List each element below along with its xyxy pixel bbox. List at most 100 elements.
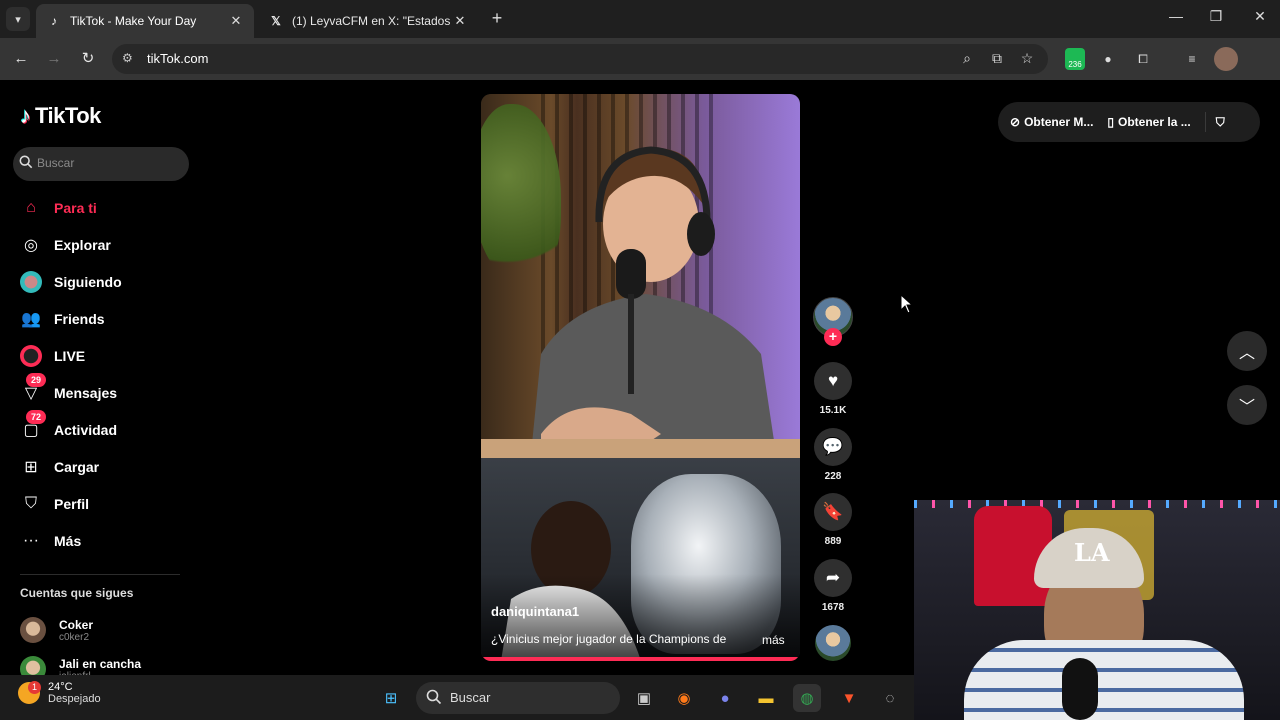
close-icon[interactable]: ✕ — [452, 13, 468, 29]
x-favicon: 𝕏 — [271, 14, 281, 28]
address-bar[interactable]: ⚙ tikTok.com ⌕ ⧉ ☆ — [112, 44, 1048, 74]
podcast-host-image — [531, 146, 776, 454]
sound-avatar[interactable] — [815, 625, 851, 661]
tab-x[interactable]: 𝕏 (1) LeyvaCFM en X: "Estados U ✕ — [258, 4, 478, 38]
reload-icon[interactable]: ↻ — [77, 48, 99, 70]
get-app-bar: ⊘ Obtener M... ▯ Obtener la ... ⛉ — [998, 102, 1260, 142]
next-video-button[interactable]: ﹀ — [1227, 385, 1267, 425]
previous-video-button[interactable]: ︿ — [1227, 331, 1267, 371]
teams-icon[interactable]: ● — [711, 684, 739, 712]
extensions-icon[interactable]: ⧠ — [1131, 47, 1155, 71]
nav-para-ti[interactable]: ⌂ Para ti — [20, 194, 97, 222]
nav-label: Más — [54, 533, 82, 549]
nav-explorar[interactable]: ◎ Explorar — [20, 231, 111, 259]
search-input[interactable]: Buscar — [13, 147, 189, 181]
star-icon[interactable]: ☆ — [1017, 50, 1037, 67]
share-action[interactable]: ➦ 1678 — [813, 559, 853, 613]
phone-icon: ▯ — [1107, 115, 1115, 129]
get-app-button[interactable]: ▯ Obtener la ... — [1107, 115, 1190, 129]
new-tab-icon[interactable]: + — [486, 8, 508, 29]
video-author[interactable]: daniquintana1 — [491, 604, 579, 619]
forward-icon[interactable]: → — [43, 48, 65, 70]
like-count: 15.1K — [819, 405, 847, 416]
profile-icon: ⛉ — [24, 495, 37, 512]
weather-condition: Despejado — [48, 693, 101, 705]
following-avatar-icon — [20, 271, 42, 293]
weather-badge: 1 — [28, 681, 41, 694]
sidebar-divider — [20, 574, 180, 575]
tab-list-icon[interactable]: ▾ — [6, 7, 30, 31]
bookmark-action[interactable]: 🔖 889 — [813, 493, 853, 547]
profile-avatar[interactable] — [1214, 47, 1238, 71]
bookmark-icon[interactable]: 🔖 — [814, 493, 852, 531]
video-progress-bar[interactable] — [481, 657, 800, 661]
get-coins-label: Obtener M... — [1024, 115, 1094, 129]
get-coins-button[interactable]: ⊘ Obtener M... — [1010, 115, 1093, 129]
media-icon[interactable]: ≡ — [1180, 47, 1204, 71]
coin-icon: ⊘ — [1010, 115, 1021, 129]
profile-menu-button[interactable]: ⛉ — [1216, 115, 1229, 130]
nav-cargar[interactable]: ⊞ Cargar — [20, 453, 99, 481]
activity-icon: ▢ 72 — [20, 410, 46, 441]
share-count: 1678 — [821, 602, 845, 613]
tab-title: (1) LeyvaCFM en X: "Estados U — [292, 14, 452, 28]
nav-perfil[interactable]: ⛉ Perfil — [20, 490, 89, 518]
bookmark-count: 889 — [824, 536, 842, 547]
chrome-icon[interactable]: ◍ — [793, 684, 821, 712]
extension-badge[interactable]: 236 — [1065, 48, 1085, 70]
nav-mas[interactable]: ··· Más — [20, 527, 81, 555]
extension-badge-count: 236 — [1068, 60, 1082, 69]
back-icon[interactable]: ← — [10, 48, 32, 70]
nav-live[interactable]: LIVE — [20, 342, 85, 370]
share-icon[interactable]: ➦ — [814, 559, 852, 597]
close-icon[interactable]: ✕ — [228, 13, 244, 29]
comment-icon[interactable]: 💬 — [814, 428, 852, 466]
search-placeholder: Buscar — [37, 156, 75, 170]
restore-icon[interactable]: ❐ — [1206, 8, 1226, 25]
account-handle: c0ker2 — [59, 631, 90, 643]
windows-start-icon[interactable]: ⊞ — [377, 684, 405, 712]
like-action[interactable]: ♥ 15.1K — [813, 362, 853, 416]
mouse-cursor-icon — [900, 294, 914, 314]
heart-icon[interactable]: ♥ — [814, 362, 852, 400]
nav-friends[interactable]: 👥 Friends — [20, 305, 105, 333]
tiktok-favicon: ♪ — [51, 14, 57, 28]
minimize-icon[interactable]: — — [1166, 8, 1186, 24]
video-player[interactable]: daniquintana1 ¿Vinicius mejor jugador de… — [481, 94, 800, 661]
comment-action[interactable]: 💬 228 — [813, 428, 853, 482]
chevron-down-icon: ﹀ — [1238, 399, 1255, 416]
browser-tab-bar: ▾ ♪ TikTok - Make Your Day ✕ 𝕏 (1) Leyva… — [0, 0, 1280, 38]
site-info-icon[interactable]: ⚙ — [122, 51, 133, 65]
install-icon[interactable]: ⧉ — [987, 50, 1007, 67]
file-explorer-icon[interactable]: ▬ — [752, 684, 780, 712]
following-section-title: Cuentas que sigues — [20, 586, 134, 600]
weather-temp: 24°C — [48, 681, 73, 693]
brave-icon[interactable]: ▼ — [835, 684, 863, 712]
extension-icon[interactable]: ● — [1096, 47, 1120, 71]
microphone — [1062, 658, 1098, 720]
messages-badge: 29 — [26, 373, 46, 387]
search-icon — [19, 155, 33, 169]
tiktok-logo[interactable]: ♪ TikTok — [20, 103, 101, 129]
tab-tiktok[interactable]: ♪ TikTok - Make Your Day ✕ — [36, 4, 254, 38]
taskbar-search[interactable]: Buscar — [416, 682, 620, 714]
nav-label: Para ti — [54, 200, 97, 216]
nav-mensajes[interactable]: ▽ 29 Mensajes — [20, 373, 117, 407]
browser-toolbar: ← → ↻ ⚙ tikTok.com ⌕ ⧉ ☆ ● ⧠ ≡ — [0, 38, 1280, 80]
followed-account[interactable]: Coker c0ker2 — [20, 617, 93, 643]
nav-label: LIVE — [54, 348, 86, 364]
caption-more-link[interactable]: más — [762, 633, 785, 647]
nav-actividad[interactable]: ▢ 72 Actividad — [20, 410, 117, 444]
firefox-icon[interactable]: ◉ — [670, 684, 698, 712]
chevron-up-icon: ︿ — [1238, 345, 1255, 362]
tab-title: TikTok - Make Your Day — [70, 14, 197, 28]
nav-siguiendo[interactable]: Siguiendo — [20, 268, 122, 296]
account-name: Coker — [59, 617, 94, 632]
task-view-icon[interactable]: ▣ — [630, 684, 658, 712]
desk — [481, 439, 800, 459]
close-window-icon[interactable]: ✕ — [1250, 8, 1270, 25]
zoom-icon[interactable]: ⌕ — [957, 50, 977, 67]
profile-shield-icon: ⛉ — [1215, 114, 1225, 129]
obs-icon[interactable]: ◌ — [876, 684, 904, 712]
follow-plus-icon[interactable]: + — [824, 328, 842, 346]
